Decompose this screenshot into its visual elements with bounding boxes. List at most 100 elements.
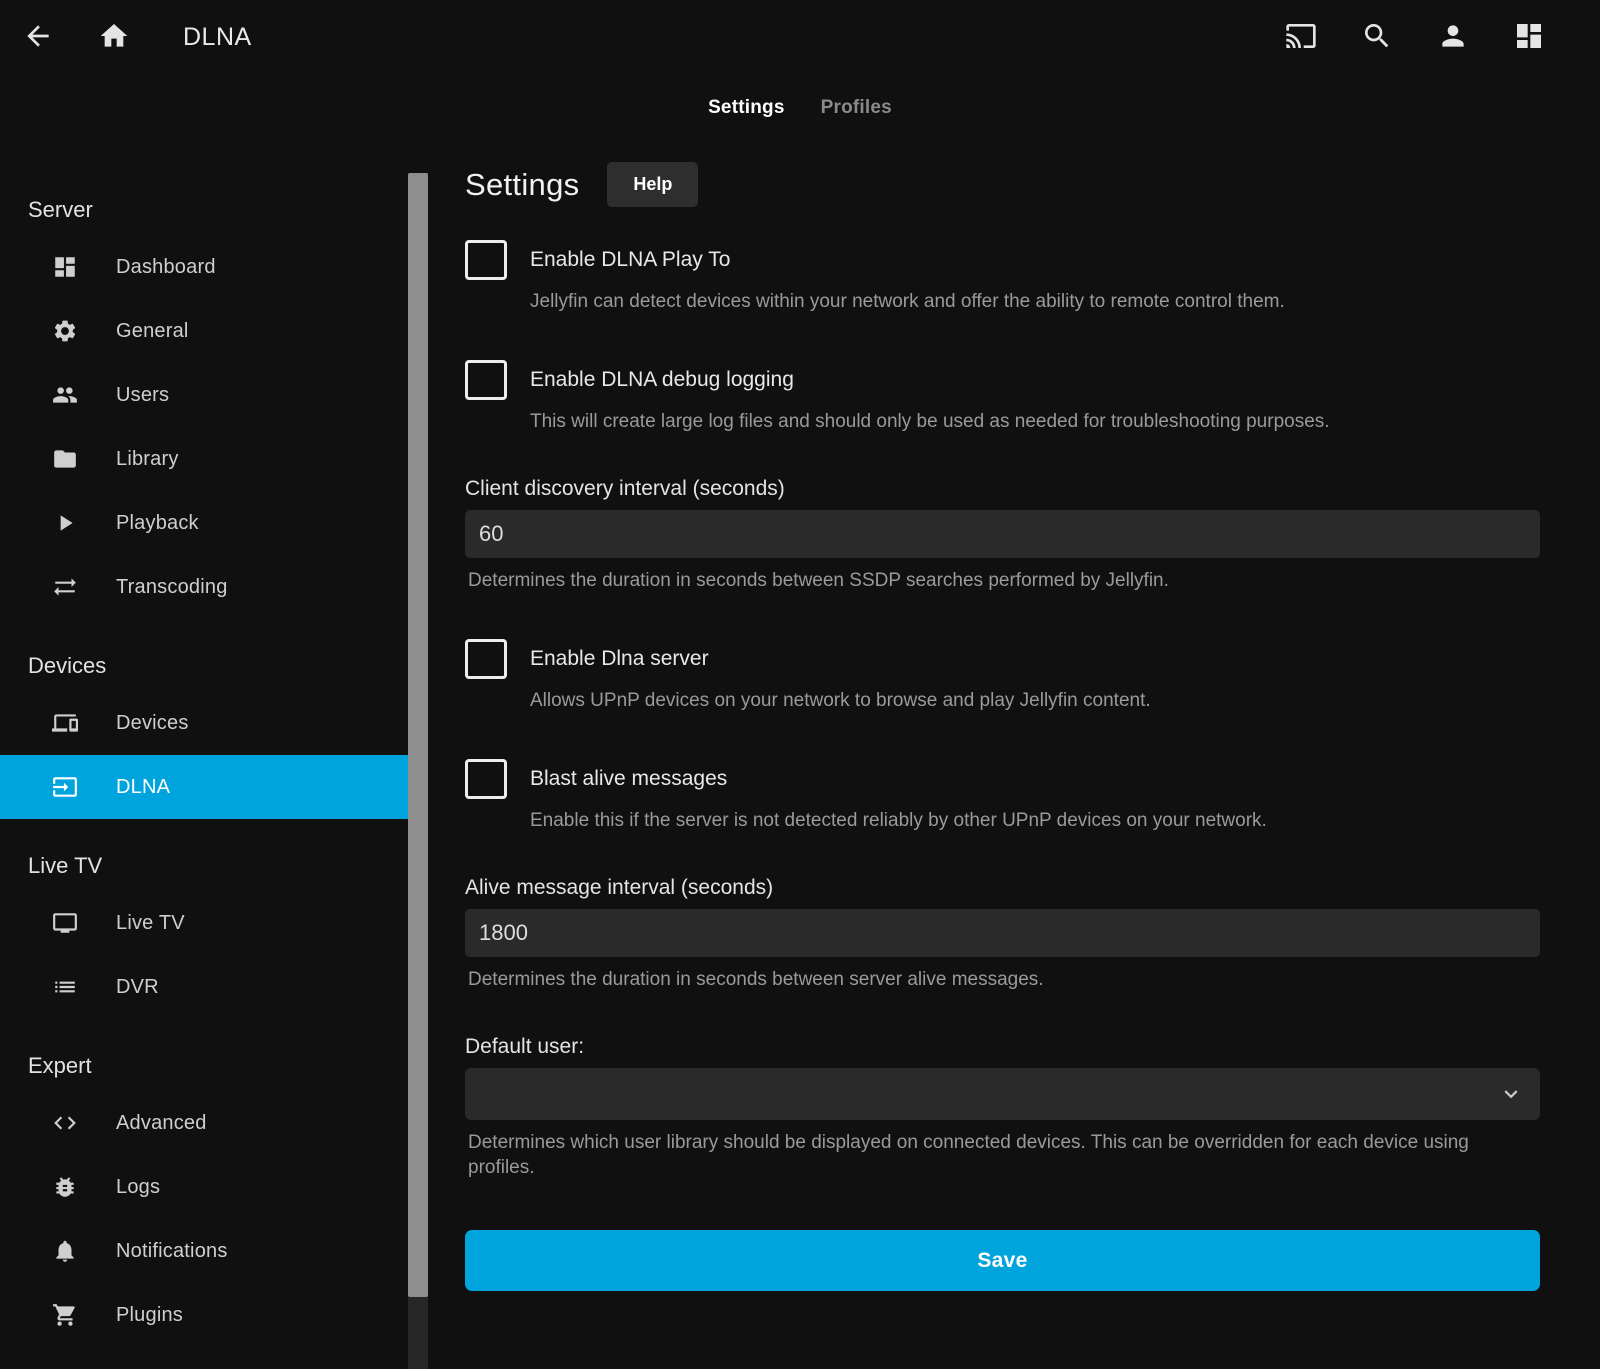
transcode-icon	[52, 574, 78, 600]
dlna-settings-form: Settings Help Enable DLNA Play To Jellyf…	[428, 140, 1600, 1369]
sidebar-item-live-tv[interactable]: Live TV	[0, 891, 408, 955]
discovery-interval-label: Client discovery interval (seconds)	[465, 476, 1540, 502]
top-bar: DLNA	[0, 0, 1600, 75]
bell-icon	[52, 1238, 78, 1264]
field-discovery-interval: Client discovery interval (seconds) Dete…	[465, 476, 1540, 593]
field-enable-play-to: Enable DLNA Play To Jellyfin can detect …	[465, 240, 1540, 314]
enable-play-to-description: Jellyfin can detect devices within your …	[530, 289, 1540, 314]
app-root: DLNA Settings Profiles Server	[0, 0, 1600, 1369]
sidebar-item-label: Plugins	[116, 1304, 183, 1327]
sidebar-item-label: Devices	[116, 712, 189, 735]
sidebar-item-label: Library	[116, 448, 179, 471]
field-default-user: Default user: Determines which user libr…	[465, 1034, 1540, 1180]
blast-alive-label[interactable]: Blast alive messages	[530, 767, 727, 791]
enable-dlna-server-checkbox[interactable]	[465, 639, 507, 679]
sidebar-section-server: Server	[0, 195, 408, 225]
sidebar-item-logs[interactable]: Logs	[0, 1155, 408, 1219]
users-icon	[52, 382, 78, 408]
help-button[interactable]: Help	[607, 162, 698, 207]
alive-interval-description: Determines the duration in seconds betwe…	[468, 967, 1540, 992]
tab-bar: Settings Profiles	[0, 75, 1600, 140]
sidebar-item-dashboard[interactable]: Dashboard	[0, 235, 408, 299]
code-icon	[52, 1110, 78, 1136]
folder-icon	[52, 446, 78, 472]
field-blast-alive: Blast alive messages Enable this if the …	[465, 759, 1540, 833]
default-user-select[interactable]	[465, 1068, 1540, 1120]
search-button[interactable]	[1360, 21, 1394, 55]
sidebar-item-label: General	[116, 320, 189, 343]
home-button[interactable]	[97, 21, 131, 55]
field-debug-logging: Enable DLNA debug logging This will crea…	[465, 360, 1540, 434]
sidebar-item-dlna[interactable]: DLNA	[0, 755, 408, 819]
sidebar-item-general[interactable]: General	[0, 299, 408, 363]
debug-logging-label[interactable]: Enable DLNA debug logging	[530, 368, 794, 392]
save-button[interactable]: Save	[465, 1230, 1540, 1291]
top-bar-right	[1284, 21, 1546, 55]
default-user-description: Determines which user library should be …	[468, 1130, 1540, 1180]
cast-button[interactable]	[1284, 21, 1318, 55]
dashboard-icon	[52, 254, 78, 280]
enable-play-to-checkbox[interactable]	[465, 240, 507, 280]
tab-settings[interactable]: Settings	[708, 97, 785, 119]
scrollbar-track[interactable]	[408, 173, 428, 1369]
dlna-input-icon	[52, 774, 78, 800]
field-enable-dlna-server: Enable Dlna server Allows UPnP devices o…	[465, 639, 1540, 713]
sidebar-item-label: Dashboard	[116, 256, 216, 279]
alive-interval-label: Alive message interval (seconds)	[465, 875, 1540, 901]
sidebar-item-label: Live TV	[116, 912, 185, 935]
sidebar-item-label: Notifications	[116, 1240, 228, 1263]
sidebar-item-advanced[interactable]: Advanced	[0, 1091, 408, 1155]
play-icon	[52, 510, 78, 536]
sidebar-item-library[interactable]: Library	[0, 427, 408, 491]
top-bar-left: DLNA	[21, 21, 252, 55]
user-icon	[1437, 20, 1469, 55]
scrollbar-thumb[interactable]	[408, 173, 428, 1297]
tab-profiles[interactable]: Profiles	[821, 97, 892, 119]
sidebar-item-label: Users	[116, 384, 169, 407]
dashboard-button[interactable]	[1512, 21, 1546, 55]
enable-play-to-label[interactable]: Enable DLNA Play To	[530, 248, 730, 272]
back-button[interactable]	[21, 21, 55, 55]
dashboard-icon	[1513, 20, 1545, 55]
default-user-label: Default user:	[465, 1034, 1540, 1060]
blast-alive-description: Enable this if the server is not detecte…	[530, 808, 1540, 833]
gear-icon	[52, 318, 78, 344]
page-title: DLNA	[183, 23, 252, 52]
sidebar-item-label: Advanced	[116, 1112, 207, 1135]
sidebar-item-notifications[interactable]: Notifications	[0, 1219, 408, 1283]
sidebar-scrollbar[interactable]	[408, 140, 428, 1369]
home-icon	[98, 20, 130, 55]
discovery-interval-input[interactable]	[465, 510, 1540, 558]
alive-interval-input[interactable]	[465, 909, 1540, 957]
sidebar-item-plugins[interactable]: Plugins	[0, 1283, 408, 1347]
sidebar-item-dvr[interactable]: DVR	[0, 955, 408, 1019]
sidebar-section-live-tv: Live TV	[0, 851, 408, 881]
tv-icon	[52, 910, 78, 936]
sidebar-item-transcoding[interactable]: Transcoding	[0, 555, 408, 619]
list-icon	[52, 974, 78, 1000]
cast-icon	[1285, 20, 1317, 55]
sidebar-item-devices[interactable]: Devices	[0, 691, 408, 755]
sidebar-section-devices: Devices	[0, 651, 408, 681]
enable-dlna-server-description: Allows UPnP devices on your network to b…	[530, 688, 1540, 713]
back-arrow-icon	[22, 20, 54, 55]
sidebar: Server Dashboard General Users Library P…	[0, 140, 408, 1369]
body-row: Server Dashboard General Users Library P…	[0, 140, 1600, 1369]
chevron-down-icon	[1498, 1081, 1524, 1107]
debug-logging-checkbox[interactable]	[465, 360, 507, 400]
sidebar-item-label: Logs	[116, 1176, 160, 1199]
sidebar-section-expert: Expert	[0, 1051, 408, 1081]
discovery-interval-description: Determines the duration in seconds betwe…	[468, 568, 1540, 593]
sidebar-item-label: DLNA	[116, 776, 170, 799]
enable-dlna-server-label[interactable]: Enable Dlna server	[530, 647, 709, 671]
sidebar-item-label: DVR	[116, 976, 159, 999]
page-heading: Settings	[465, 162, 579, 207]
sidebar-item-label: Playback	[116, 512, 199, 535]
blast-alive-checkbox[interactable]	[465, 759, 507, 799]
sidebar-item-users[interactable]: Users	[0, 363, 408, 427]
user-button[interactable]	[1436, 21, 1470, 55]
search-icon	[1361, 20, 1393, 55]
bug-icon	[52, 1174, 78, 1200]
sidebar-item-playback[interactable]: Playback	[0, 491, 408, 555]
cart-icon	[52, 1302, 78, 1328]
